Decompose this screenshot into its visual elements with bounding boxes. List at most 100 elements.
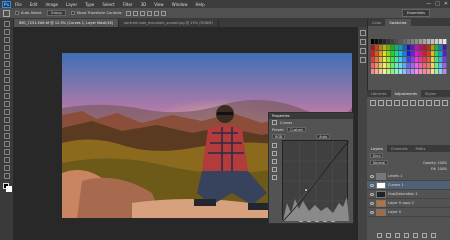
menu-select[interactable]: Select [102, 2, 114, 7]
photo-filter-icon[interactable] [434, 100, 440, 106]
swatch-cell[interactable] [383, 57, 387, 62]
swatch-cell[interactable] [423, 51, 427, 56]
black-point-eyedropper-icon[interactable] [272, 159, 277, 164]
swatch-cell[interactable] [403, 45, 407, 50]
layer-row[interactable]: Levels 1 [367, 172, 450, 181]
eye-icon[interactable] [370, 174, 374, 178]
bw-icon[interactable] [426, 100, 432, 106]
swatch-cell[interactable] [427, 45, 431, 50]
swatch-cell[interactable] [403, 57, 407, 62]
target-select[interactable]: Group [46, 10, 66, 16]
move-tool-icon[interactable] [4, 21, 10, 27]
layer-row[interactable]: Hue/Saturation 1 [367, 190, 450, 199]
blur-tool-icon[interactable] [4, 117, 10, 123]
swatch-cell[interactable] [439, 63, 443, 68]
eye-icon[interactable] [370, 192, 374, 196]
preset-select[interactable]: Custom [287, 127, 307, 132]
swatch-cell[interactable] [395, 63, 399, 68]
swatch-cell[interactable] [375, 63, 379, 68]
tab-layers[interactable]: Layers [367, 145, 387, 152]
swatch-cell[interactable] [371, 57, 375, 62]
shape-tool-icon[interactable] [4, 157, 10, 163]
minimize-button[interactable]: — [426, 1, 431, 7]
swatch-cell[interactable] [431, 63, 435, 68]
layer-row[interactable]: Layer 0 [367, 208, 450, 217]
info-icon[interactable] [359, 48, 366, 54]
swatch-cell[interactable] [395, 69, 399, 74]
swatch-cell[interactable] [391, 45, 395, 50]
swatch-cell[interactable] [431, 39, 435, 44]
fx-icon[interactable] [386, 233, 391, 238]
swatch-cell[interactable] [431, 69, 435, 74]
eraser-tool-icon[interactable] [4, 101, 10, 107]
swatch-cell[interactable] [443, 69, 447, 74]
eye-icon[interactable] [370, 201, 374, 205]
swatch-cell[interactable] [435, 69, 439, 74]
swatch-cell[interactable] [403, 51, 407, 56]
swatch-cell[interactable] [383, 51, 387, 56]
gradient-tool-icon[interactable] [4, 109, 10, 115]
auto-select-checkbox[interactable]: Auto-Select [15, 11, 42, 15]
menu-edit[interactable]: Edit [30, 2, 38, 7]
swatch-cell[interactable] [423, 39, 427, 44]
mask-icon[interactable] [395, 233, 400, 238]
crop-tool-icon[interactable] [4, 53, 10, 59]
actions-icon[interactable] [359, 39, 366, 45]
swatch-cell[interactable] [383, 63, 387, 68]
healing-tool-icon[interactable] [4, 69, 10, 75]
menu-filter[interactable]: Filter [123, 2, 133, 7]
swatch-cell[interactable] [423, 57, 427, 62]
swatch-cell[interactable] [395, 39, 399, 44]
swatch-cell[interactable] [371, 69, 375, 74]
swatch-cell[interactable] [427, 63, 431, 68]
transform-controls-checkbox[interactable]: Show Transform Controls [70, 11, 121, 15]
brush-tool-icon[interactable] [4, 77, 10, 83]
swatch-cell[interactable] [435, 63, 439, 68]
swatch-cell[interactable] [379, 51, 383, 56]
swatch-cell[interactable] [383, 69, 387, 74]
path-select-tool-icon[interactable] [4, 149, 10, 155]
swatch-cell[interactable] [395, 57, 399, 62]
swatch-cell[interactable] [387, 45, 391, 50]
swatch-cell[interactable] [435, 51, 439, 56]
swatch-cell[interactable] [419, 39, 423, 44]
channel-select[interactable]: RGB [272, 134, 286, 139]
swatch-cell[interactable] [411, 57, 415, 62]
swatch-cell[interactable] [403, 63, 407, 68]
swatch-cell[interactable] [439, 39, 443, 44]
swatch-cell[interactable] [443, 63, 447, 68]
history-brush-tool-icon[interactable] [4, 93, 10, 99]
adjustment-layer-icon[interactable] [404, 233, 409, 238]
swatch-cell[interactable] [443, 51, 447, 56]
swatch-cell[interactable] [399, 69, 403, 74]
swatch-cell[interactable] [399, 51, 403, 56]
curve-pencil-icon[interactable] [272, 151, 277, 156]
opacity-field[interactable]: Opacity: 100% [423, 161, 447, 165]
swatch-cell[interactable] [411, 69, 415, 74]
swatch-cell[interactable] [379, 63, 383, 68]
swatch-cell[interactable] [371, 51, 375, 56]
eyedropper-tool-icon[interactable] [4, 61, 10, 67]
eye-icon[interactable] [370, 183, 374, 187]
close-button[interactable]: ✕ [444, 1, 448, 7]
link-icon[interactable] [377, 233, 382, 238]
tab-color[interactable]: Color [368, 19, 385, 26]
delete-layer-icon[interactable] [431, 233, 436, 238]
maximize-button[interactable]: □ [435, 1, 440, 7]
tab-document-1[interactable]: IMG_7251-Edit.tif @ 12.5% (Curves 1, Lay… [14, 19, 120, 27]
swatch-cell[interactable] [387, 69, 391, 74]
swatch-cell[interactable] [415, 51, 419, 56]
tab-channels[interactable]: Channels [387, 145, 412, 152]
swatch-cell[interactable] [407, 39, 411, 44]
swatch-cell[interactable] [379, 39, 383, 44]
swatch-cell[interactable] [419, 45, 423, 50]
auto-button[interactable]: Auto [316, 134, 331, 139]
swatch-cell[interactable] [383, 45, 387, 50]
swatch-cell[interactable] [395, 45, 399, 50]
fill-field[interactable]: Fill: 100% [431, 167, 447, 171]
swatch-cell[interactable] [403, 39, 407, 44]
swatch-cell[interactable] [443, 39, 447, 44]
swatch-cell[interactable] [407, 51, 411, 56]
marquee-tool-icon[interactable] [4, 29, 10, 35]
curves-adj-icon[interactable] [386, 100, 392, 106]
